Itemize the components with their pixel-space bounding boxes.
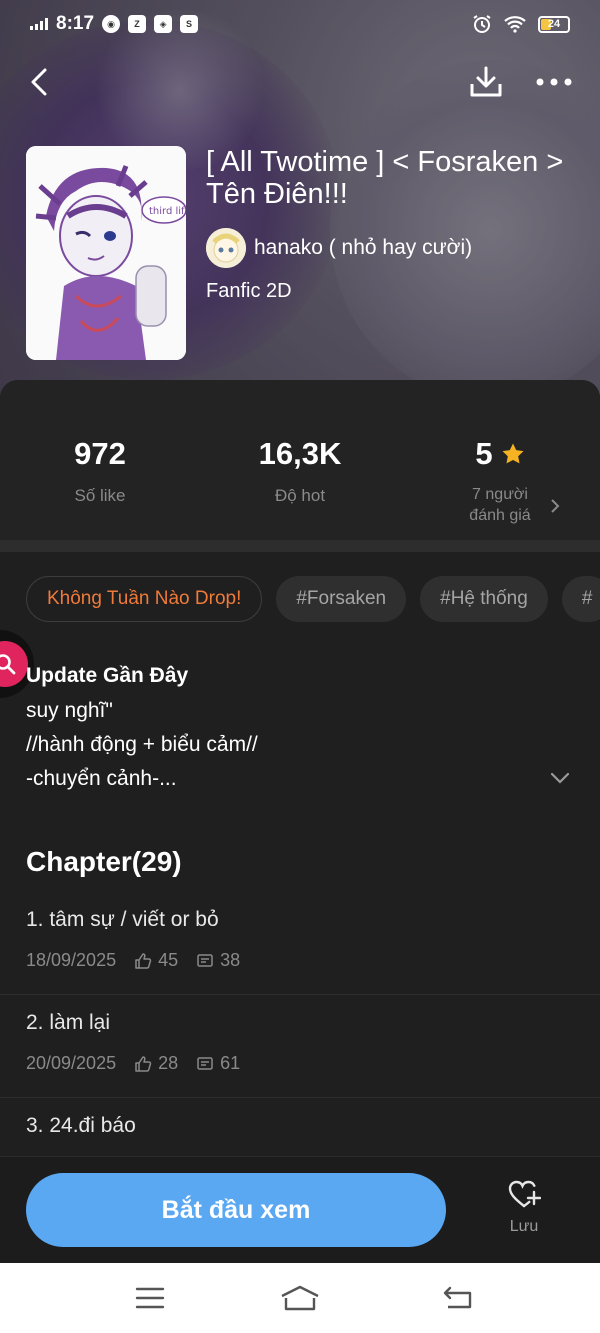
back-arrow-icon (443, 1286, 472, 1309)
download-button[interactable] (466, 62, 506, 102)
chapter-title: 1. tâm sự / viết or bỏ (26, 908, 219, 931)
author-avatar[interactable] (206, 228, 246, 268)
author-row[interactable]: hanako ( nhỏ hay cười) (206, 228, 586, 268)
wifi-icon (504, 16, 526, 33)
hot-count: 16,3K (258, 436, 342, 471)
likes-count: 972 (74, 436, 126, 471)
chrome-icon: ◉ (102, 15, 121, 33)
update-line: //hành động + biểu cảm// (26, 733, 258, 756)
avatar-image (206, 228, 246, 268)
chapter-date: 20/09/2025 (26, 1053, 117, 1073)
rating-count-line1: 7 người (472, 486, 528, 503)
zalo-icon: Z (128, 15, 147, 33)
alarm-icon (473, 15, 491, 33)
nav-menu-button[interactable] (120, 1277, 180, 1319)
chapter-row[interactable]: 1. tâm sự / viết or bỏ 18/09/2025 45 38 (0, 892, 600, 995)
battery-icon: 24 (538, 15, 570, 33)
chapter-likes: 45 (158, 950, 179, 970)
more-options-button[interactable] (530, 62, 578, 102)
comment-icon (197, 953, 213, 967)
save-button[interactable]: Lưu (494, 1179, 554, 1236)
tag-item[interactable]: #Forsaken (276, 576, 407, 622)
stat-likes: 972 Số like (0, 436, 200, 506)
thumbs-up-icon (135, 1055, 152, 1072)
author-name[interactable]: hanako ( nhỏ hay cười) (254, 236, 472, 260)
back-button[interactable] (22, 62, 56, 102)
chapter-title: 2. làm lại (26, 1011, 111, 1034)
story-cover[interactable]: third life (26, 146, 186, 360)
chapter-likes: 28 (158, 1053, 179, 1073)
likes-label: Số like (74, 486, 126, 505)
tag-list: Không Tuần Nào Drop! #Forsaken #Hệ thống… (26, 576, 600, 622)
hot-label: Độ hot (274, 486, 326, 505)
top-bar (0, 56, 600, 108)
search-icon (0, 654, 16, 675)
chevron-left-icon (31, 68, 47, 96)
chapter-comments: 61 (220, 1053, 241, 1073)
chevron-right-icon[interactable] (550, 498, 560, 514)
cover-text: third life (149, 206, 186, 217)
heart-plus-icon (508, 1180, 542, 1208)
stat-rating[interactable]: 5 7 người đánh giá (400, 436, 600, 526)
chapter-heading: Chapter(29) (26, 846, 182, 877)
tag-item[interactable]: #Hệ thống (420, 576, 548, 622)
status-bar: 8:17 ◉ Z ◈ S 24 (0, 0, 600, 48)
update-line: -chuyển cảnh-... (26, 767, 177, 790)
thumbs-up-icon (135, 952, 152, 969)
chapter-title: 3. 24.đi báo (26, 1114, 136, 1137)
stat-hot: 16,3K Độ hot (200, 436, 400, 506)
system-nav-bar (0, 1263, 600, 1333)
cover-illustration: third life (26, 146, 186, 360)
stats-panel: 972 Số like 16,3K Độ hot 5 7 người đánh g… (0, 380, 600, 540)
chevron-down-icon[interactable] (550, 772, 570, 784)
nav-back-button[interactable] (428, 1277, 488, 1319)
tag-item[interactable]: Không Tuần Nào Drop! (26, 576, 263, 622)
update-heading: Update Gần Đây (26, 664, 189, 687)
save-label: Lưu (509, 1218, 539, 1235)
nav-home-button[interactable] (270, 1277, 330, 1319)
menu-icon (135, 1287, 165, 1309)
download-icon (470, 66, 502, 97)
story-title: [ All Twotime ] < Fosraken > Tên Điên!!! (206, 146, 564, 210)
story-genre: Fanfic 2D (206, 280, 292, 302)
story-info: [ All Twotime ] < Fosraken > Tên Điên!!!… (206, 146, 586, 303)
bottom-action-bar: Bắt đầu xem Lưu (0, 1156, 600, 1263)
chapter-date: 18/09/2025 (26, 950, 117, 970)
update-line: suy nghĩ" (26, 699, 113, 722)
recent-update: Update Gần Đây suy nghĩ" //hành động + b… (26, 664, 566, 796)
home-icon (281, 1285, 319, 1311)
start-reading-button[interactable]: Bắt đầu xem (26, 1173, 446, 1247)
shopee-icon: S (180, 15, 199, 33)
status-time: 8:17 (56, 13, 95, 34)
more-icon (536, 78, 572, 86)
chapter-comments: 38 (220, 950, 241, 970)
signal-icon (30, 18, 48, 30)
tag-item[interactable]: # (561, 576, 600, 622)
star-icon (502, 443, 524, 464)
rating-count-line2: đánh giá (469, 507, 531, 524)
app-icon: ◈ (154, 15, 173, 33)
section-divider (0, 540, 600, 552)
rating-value: 5 (475, 436, 493, 471)
chapter-row[interactable]: 2. làm lại 20/09/2025 28 61 (0, 995, 600, 1098)
comment-icon (197, 1056, 213, 1070)
